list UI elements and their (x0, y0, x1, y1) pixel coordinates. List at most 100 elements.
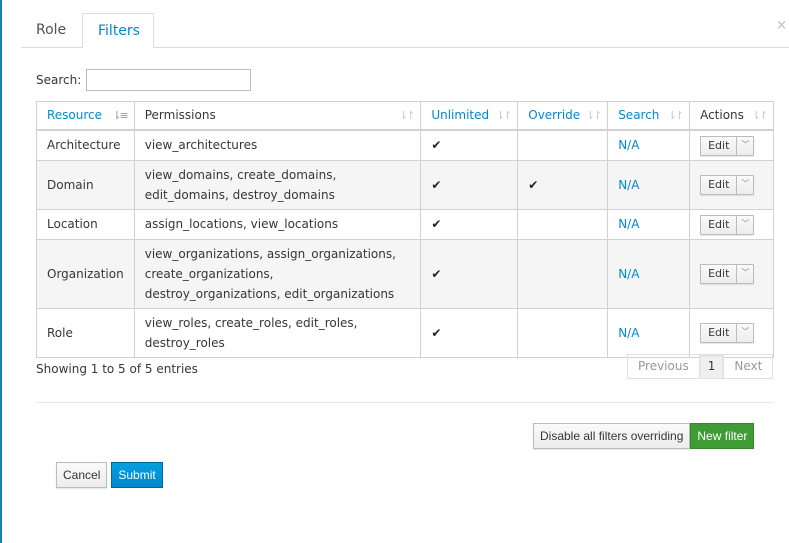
chevron-down-icon[interactable]: ﹀ (737, 137, 753, 155)
sort-icon: ⇂↾ (495, 109, 513, 122)
cell-override (517, 307, 609, 358)
sort-icon: ⇂↾ (667, 109, 685, 122)
table-header-row: Resource ⇂≡ Permissions ⇂↾ Unlimited ⇂↾ Ove… (36, 101, 774, 131)
chevron-down-icon[interactable]: ﹀ (737, 176, 753, 194)
sort-icon: ⇂↾ (751, 109, 769, 122)
divider (36, 402, 774, 403)
check-icon: ✔ (431, 266, 442, 281)
search-link[interactable]: N/A (618, 138, 639, 152)
check-icon: ✔ (431, 177, 442, 192)
sort-icon: ⇂↾ (585, 109, 603, 122)
edit-button-group: Edit ﹀ (700, 264, 755, 284)
column-label: Permissions (144, 108, 216, 123)
column-header-permissions[interactable]: Permissions ⇂↾ (133, 101, 422, 131)
search-row: Search: (36, 69, 252, 91)
column-header-unlimited[interactable]: Unlimited ⇂↾ (420, 101, 519, 131)
cell-search: N/A (607, 307, 691, 358)
cell-resource: Domain (36, 159, 135, 210)
cell-override (517, 238, 609, 309)
submit-button[interactable]: Submit (111, 462, 163, 488)
chevron-down-icon[interactable]: ﹀ (737, 216, 753, 234)
tab-bar: Role Filters (21, 13, 789, 49)
cell-permissions: view_domains, create_domains, edit_domai… (133, 159, 422, 210)
cell-search: N/A (607, 129, 691, 161)
cell-actions: Edit ﹀ (689, 208, 774, 240)
pagination-next[interactable]: Next (724, 355, 772, 378)
search-label: Search: (36, 73, 82, 87)
window-left-border (0, 0, 2, 543)
form-actions: Cancel Submit (56, 462, 163, 488)
edit-button-group: Edit ﹀ (700, 135, 755, 156)
cell-override (517, 208, 609, 240)
tab-filters[interactable]: Filters (82, 13, 154, 49)
edit-button-group: Edit ﹀ (700, 214, 755, 235)
table-row: Role view_roles, create_roles, edit_role… (36, 307, 774, 358)
filters-table: Resource ⇂≡ Permissions ⇂↾ Unlimited ⇂↾ Ove… (36, 101, 774, 358)
column-header-search[interactable]: Search ⇂↾ (607, 101, 691, 131)
cell-resource: Role (36, 307, 135, 358)
search-link[interactable]: N/A (618, 217, 639, 231)
cell-search: N/A (607, 238, 691, 309)
cell-actions: Edit ﹀ (689, 238, 774, 309)
filter-actions: Disable all filters overriding New filte… (533, 423, 755, 449)
cell-search: N/A (607, 208, 691, 240)
cancel-button[interactable]: Cancel (56, 462, 108, 488)
cell-actions: Edit ﹀ (689, 307, 774, 358)
table-info: Showing 1 to 5 of 5 entries (36, 362, 198, 376)
table-row: Domain view_domains, create_domains, edi… (36, 159, 774, 210)
cell-override (517, 129, 609, 161)
search-input[interactable] (86, 69, 252, 91)
new-filter-button[interactable]: New filter (690, 423, 755, 449)
check-icon: ✔ (431, 325, 442, 340)
edit-button[interactable]: Edit (701, 324, 738, 342)
cell-actions: Edit ﹀ (689, 129, 774, 161)
edit-button[interactable]: Edit (701, 136, 738, 155)
cell-search: N/A (607, 159, 691, 210)
column-label: Override (528, 108, 581, 123)
sort-icon: ⇂↾ (398, 109, 416, 122)
column-label: Actions (700, 108, 744, 123)
pagination-page-1[interactable]: 1 (699, 355, 725, 378)
chevron-down-icon[interactable]: ﹀ (737, 324, 753, 342)
cell-unlimited: ✔ (420, 307, 519, 358)
cell-unlimited: ✔ (420, 238, 519, 309)
check-icon: ✔ (431, 217, 442, 231)
cell-resource: Location (36, 208, 135, 240)
cell-unlimited: ✔ (420, 129, 519, 161)
cell-override: ✔ (517, 159, 609, 210)
cell-permissions: view_architectures (133, 129, 422, 161)
search-link[interactable]: N/A (618, 267, 639, 281)
cell-unlimited: ✔ (420, 159, 519, 210)
table-row: Architecture view_architectures ✔ N/A Ed… (36, 129, 774, 161)
tab-role[interactable]: Role (21, 13, 81, 48)
cell-permissions: view_organizations, assign_organizations… (133, 238, 422, 309)
edit-button[interactable]: Edit (701, 176, 738, 194)
cell-permissions: assign_locations, view_locations (133, 208, 422, 240)
cell-resource: Organization (36, 238, 135, 309)
edit-button[interactable]: Edit (701, 215, 738, 234)
sort-ascending-icon: ⇂≡ (112, 109, 129, 122)
pagination-previous[interactable]: Previous (628, 355, 700, 378)
table-row: Organization view_organizations, assign_… (36, 238, 774, 309)
column-header-actions[interactable]: Actions ⇂↾ (689, 101, 774, 131)
column-label: Resource (47, 108, 103, 123)
edit-button-group: Edit ﹀ (700, 175, 755, 195)
column-header-resource[interactable]: Resource ⇂≡ (36, 101, 135, 131)
cell-unlimited: ✔ (420, 208, 519, 240)
column-header-override[interactable]: Override ⇂↾ (517, 101, 609, 131)
check-icon: ✔ (431, 138, 442, 152)
check-icon: ✔ (528, 177, 539, 192)
disable-overriding-button[interactable]: Disable all filters overriding (533, 423, 691, 449)
cell-actions: Edit ﹀ (689, 159, 774, 210)
column-label: Unlimited (431, 108, 490, 123)
column-label: Search (618, 108, 660, 123)
pagination: Previous 1 Next (627, 354, 774, 379)
cell-resource: Architecture (36, 129, 135, 161)
search-link[interactable]: N/A (618, 326, 639, 340)
edit-button[interactable]: Edit (701, 265, 738, 283)
cell-permissions: view_roles, create_roles, edit_roles, de… (133, 307, 422, 358)
edit-button-group: Edit ﹀ (700, 323, 755, 343)
table-row: Location assign_locations, view_location… (36, 208, 774, 240)
chevron-down-icon[interactable]: ﹀ (737, 265, 753, 283)
search-link[interactable]: N/A (618, 178, 639, 192)
